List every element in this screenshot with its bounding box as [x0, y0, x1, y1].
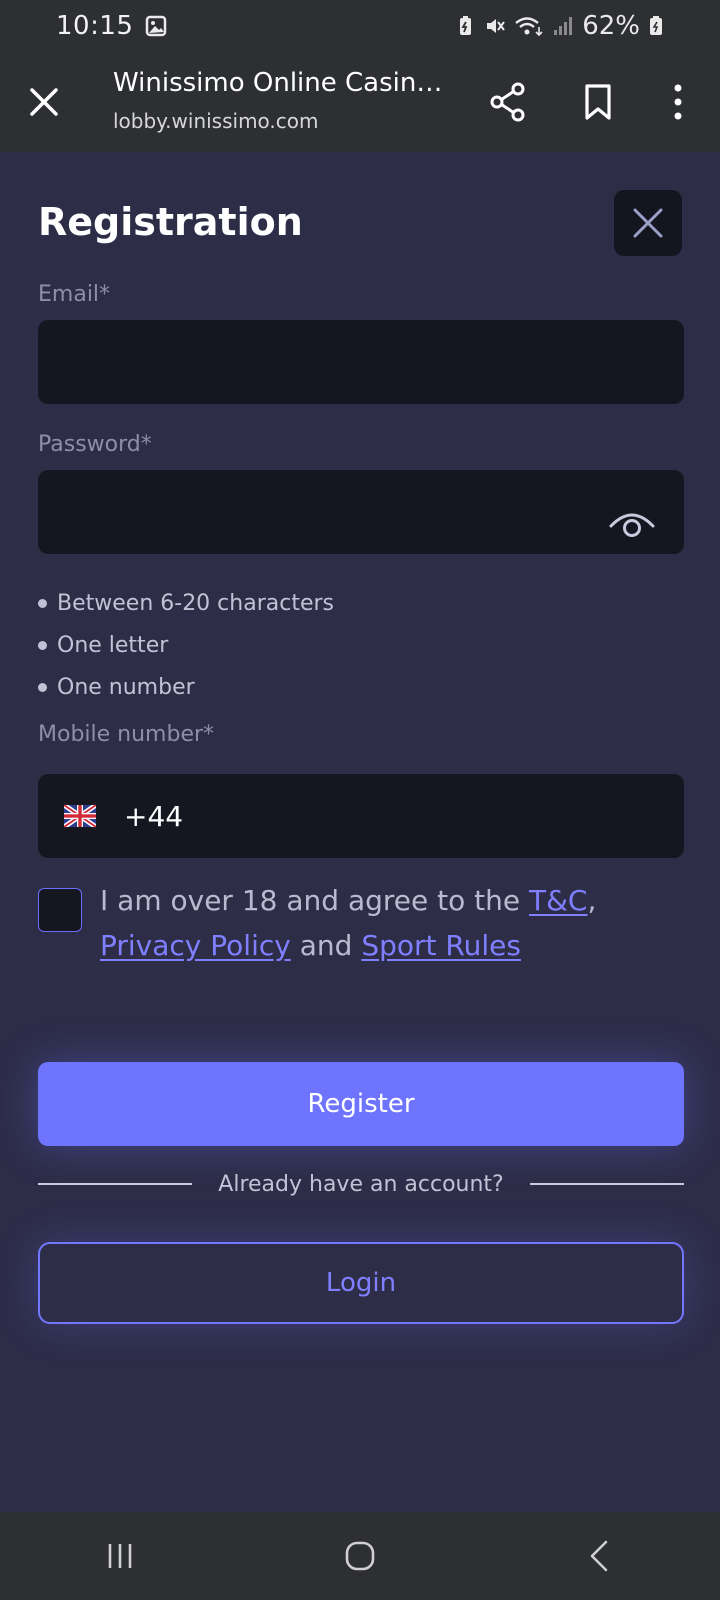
tc-link[interactable]: T&C — [529, 884, 588, 917]
mute-icon — [484, 15, 506, 37]
list-item: Between 6-20 characters — [38, 582, 334, 624]
recent-apps-icon — [108, 1544, 132, 1568]
share-icon — [490, 82, 525, 122]
password-rules: Between 6-20 characters One letter One n… — [38, 582, 334, 708]
account-prompt: Already have an account? — [218, 1171, 504, 1197]
agree-and: and — [290, 929, 362, 962]
recent-apps-button[interactable] — [96, 1532, 144, 1580]
status-left: 10:15 — [56, 11, 167, 41]
agree-prefix: I am over 18 and agree to the — [100, 884, 529, 917]
close-tab-button[interactable] — [22, 80, 66, 124]
browser-titles: Winissimo Online Casino ... lobby.winiss… — [113, 66, 453, 134]
privacy-policy-link[interactable]: Privacy Policy — [100, 929, 291, 962]
more-icon — [674, 84, 682, 120]
home-button[interactable] — [336, 1532, 384, 1580]
status-right: 62% — [454, 11, 664, 41]
rule-text: One letter — [57, 632, 169, 658]
image-icon — [145, 15, 167, 37]
browser-toolbar: Winissimo Online Casino ... lobby.winiss… — [0, 52, 720, 152]
list-item: One letter — [38, 624, 334, 666]
registration-title: Registration — [38, 200, 303, 244]
mobile-label: Mobile number* — [38, 722, 215, 747]
uk-flag-icon[interactable] — [64, 805, 96, 827]
list-item: One number — [38, 666, 334, 708]
email-label: Email* — [38, 282, 111, 307]
country-code: +44 — [124, 799, 184, 833]
more-options-button[interactable] — [660, 80, 696, 124]
battery-saver-icon — [454, 15, 476, 37]
battery-icon — [648, 15, 664, 37]
sport-rules-link[interactable]: Sport Rules — [361, 929, 521, 962]
agree-checkbox[interactable] — [38, 888, 82, 932]
system-nav-bar — [0, 1512, 720, 1600]
account-divider: Already have an account? — [38, 1162, 684, 1206]
mobile-number-field[interactable]: +44 — [38, 774, 684, 858]
modal-close-button[interactable] — [614, 190, 682, 256]
eye-icon[interactable] — [608, 506, 656, 540]
wifi-icon — [514, 15, 544, 37]
bullet-icon — [38, 640, 47, 650]
status-time: 10:15 — [56, 11, 134, 41]
back-icon — [590, 1540, 608, 1572]
home-icon — [345, 1541, 375, 1571]
page-url: lobby.winissimo.com — [113, 109, 319, 133]
close-icon — [30, 88, 58, 116]
bullet-icon — [38, 598, 47, 608]
divider-line-right — [530, 1183, 684, 1185]
page-title-text: Winissimo Online Casino ... — [113, 68, 453, 98]
screen: 10:15 62% Winissimo Online Casino ... lo… — [0, 0, 720, 1600]
registration-modal: Registration Email* Password* Between 6-… — [0, 152, 720, 1512]
password-field[interactable] — [38, 470, 684, 554]
bookmark-icon — [585, 84, 611, 120]
register-button[interactable]: Register — [38, 1062, 684, 1146]
back-button[interactable] — [576, 1532, 624, 1580]
agree-text: I am over 18 and agree to the T&C, Privac… — [100, 878, 660, 968]
signal-icon — [552, 15, 574, 37]
agree-comma: , — [587, 884, 597, 917]
bullet-icon — [38, 682, 47, 692]
divider-line-left — [38, 1183, 192, 1185]
rule-text: Between 6-20 characters — [57, 590, 334, 616]
bookmark-button[interactable] — [578, 80, 618, 124]
battery-percentage: 62% — [582, 11, 640, 41]
status-bar: 10:15 62% — [0, 0, 720, 52]
password-label: Password* — [38, 432, 152, 457]
email-field[interactable] — [38, 320, 684, 404]
share-button[interactable] — [486, 80, 530, 124]
rule-text: One number — [57, 674, 195, 700]
close-icon — [633, 208, 663, 238]
login-button[interactable]: Login — [38, 1242, 684, 1324]
